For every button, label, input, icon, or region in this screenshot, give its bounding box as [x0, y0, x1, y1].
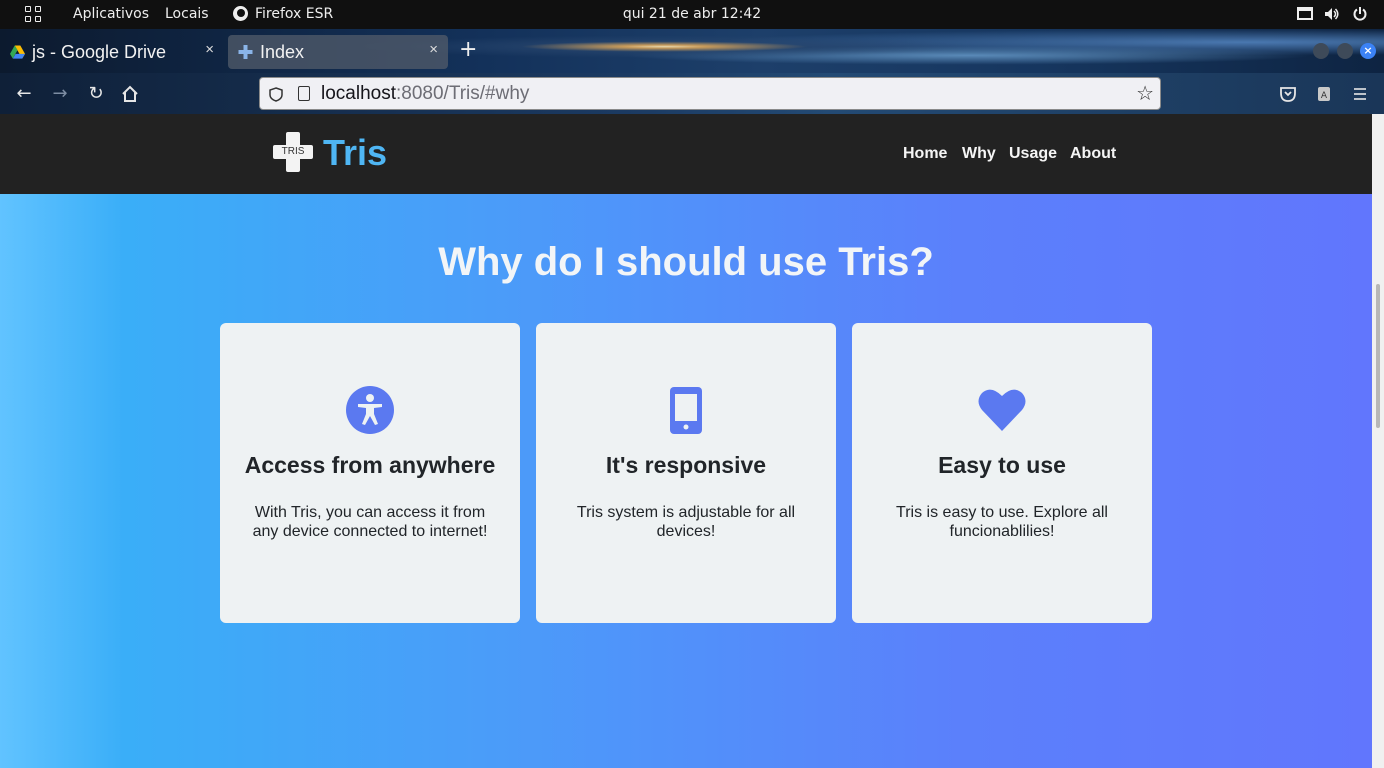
- hamburger-menu-icon[interactable]: [1350, 84, 1370, 104]
- feature-card-responsive: It's responsive Tris system is adjustabl…: [536, 323, 836, 623]
- url-text[interactable]: localhost:8080/Tris/#why: [321, 83, 529, 105]
- tab-title: Index: [260, 42, 305, 62]
- page-icon[interactable]: [298, 86, 310, 101]
- bookmark-star-icon[interactable]: ☆: [1136, 81, 1154, 105]
- page-viewport: TRIS Tris Home Why Usage About Why do I …: [0, 114, 1372, 768]
- forward-arrow-icon[interactable]: →: [48, 82, 72, 106]
- svg-text:A: A: [1321, 91, 1328, 101]
- browser-tab-strip: js - Google Drive × Index × + ×: [0, 29, 1384, 73]
- scrollbar-thumb[interactable]: [1376, 284, 1380, 428]
- nav-about[interactable]: About: [1070, 145, 1116, 163]
- maximize-button[interactable]: [1337, 43, 1353, 59]
- card-title: Access from anywhere: [244, 452, 496, 478]
- clock[interactable]: qui 21 de abr 12:42: [0, 6, 1384, 22]
- heart-icon: [978, 389, 1026, 431]
- system-top-bar: Aplicativos Locais Firefox ESR qui 21 de…: [0, 0, 1384, 29]
- screen-icon[interactable]: [1297, 6, 1313, 22]
- site-header: TRIS Tris Home Why Usage About: [0, 114, 1372, 194]
- section-title: Why do I should use Tris?: [438, 240, 934, 284]
- nav-why[interactable]: Why: [962, 145, 996, 163]
- feature-card-anywhere: Access from anywhere With Tris, you can …: [220, 323, 520, 623]
- tab-close-icon[interactable]: ×: [429, 41, 438, 58]
- home-icon[interactable]: [120, 84, 140, 104]
- page-scrollbar[interactable]: [1372, 114, 1384, 768]
- feature-card-easy: Easy to use Tris is easy to use. Explore…: [852, 323, 1152, 623]
- tab-close-icon[interactable]: ×: [205, 41, 214, 58]
- minimize-button[interactable]: [1313, 43, 1329, 59]
- back-arrow-icon[interactable]: ←: [12, 82, 36, 106]
- pocket-icon[interactable]: [1278, 84, 1298, 104]
- nav-home[interactable]: Home: [903, 145, 947, 163]
- why-section: Why do I should use Tris? Access from an…: [0, 194, 1372, 768]
- card-text: Tris is easy to use. Explore all funcion…: [896, 504, 1108, 540]
- card-text: With Tris, you can access it from any de…: [252, 504, 488, 540]
- new-tab-button[interactable]: +: [459, 37, 477, 62]
- tab-title: js - Google Drive: [32, 42, 167, 62]
- volume-icon[interactable]: [1324, 6, 1340, 22]
- extension-icon[interactable]: A: [1314, 84, 1334, 104]
- browser-toolbar: ← → ↻ localhost:8080/Tris/#why ☆ A: [0, 73, 1384, 114]
- card-title: Easy to use: [938, 452, 1066, 478]
- accessibility-icon: [346, 386, 394, 434]
- mobile-phone-icon: [670, 387, 702, 434]
- nav-usage[interactable]: Usage: [1009, 145, 1057, 163]
- tris-favicon-icon: [238, 45, 253, 59]
- tris-logo-icon[interactable]: TRIS: [273, 132, 313, 172]
- tab-index[interactable]: Index ×: [228, 35, 448, 69]
- google-drive-icon: [10, 45, 25, 59]
- address-bar[interactable]: localhost:8080/Tris/#why ☆: [259, 77, 1161, 110]
- tab-google-drive[interactable]: js - Google Drive ×: [0, 35, 224, 69]
- shield-icon[interactable]: [269, 87, 283, 102]
- reload-icon[interactable]: ↻: [84, 82, 108, 106]
- card-text: Tris system is adjustable for all device…: [576, 504, 796, 540]
- brand-title[interactable]: Tris: [323, 132, 387, 174]
- logo-text: TRIS: [281, 146, 305, 157]
- card-title: It's responsive: [605, 452, 767, 478]
- power-icon[interactable]: [1352, 6, 1368, 22]
- close-window-button[interactable]: ×: [1360, 43, 1376, 59]
